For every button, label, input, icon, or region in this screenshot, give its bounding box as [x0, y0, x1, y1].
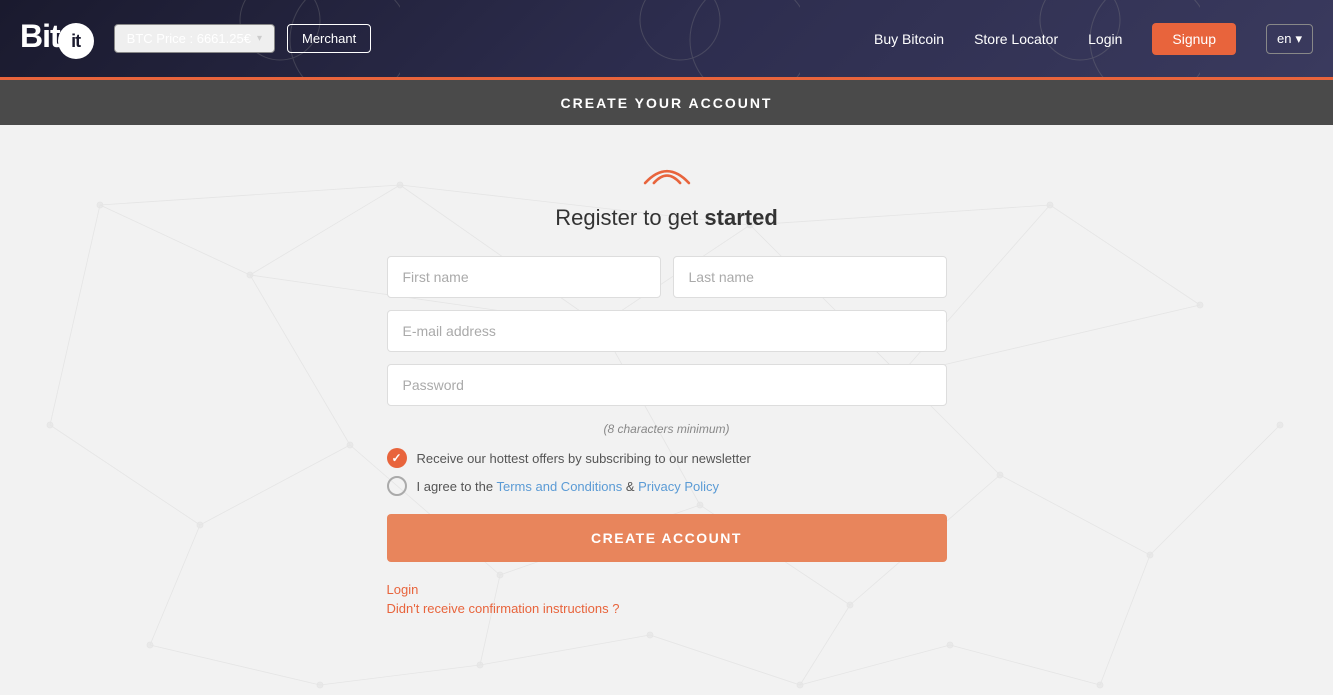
newsletter-checkbox-row: Receive our hottest offers by subscribin… — [387, 448, 947, 468]
bottom-links: Login Didn't receive confirmation instru… — [387, 582, 947, 616]
language-label: en — [1277, 31, 1291, 46]
terms-checkbox-row: I agree to the Terms and Conditions & Pr… — [387, 476, 947, 496]
password-hint: (8 characters minimum) — [603, 422, 729, 436]
btc-price-label: BTC Price : 6661.25€ — [127, 31, 251, 46]
register-title: Register to get started — [555, 205, 778, 231]
btc-price-button[interactable]: BTC Price : 6661.25€ ▾ — [114, 24, 275, 53]
merchant-button[interactable]: Merchant — [287, 24, 371, 53]
arc-icon — [637, 155, 697, 190]
email-group — [387, 310, 947, 352]
logo-it: it — [58, 23, 94, 59]
last-name-input[interactable] — [673, 256, 947, 298]
login-link[interactable]: Login — [387, 582, 947, 597]
logo[interactable]: Bitit — [20, 18, 94, 60]
newsletter-label: Receive our hottest offers by subscribin… — [417, 451, 751, 466]
name-row — [387, 256, 947, 298]
create-account-button[interactable]: CREATE ACCOUNT — [387, 514, 947, 562]
language-button[interactable]: en ▾ — [1266, 24, 1313, 54]
header: Bitit BTC Price : 6661.25€ ▾ Merchant Bu… — [0, 0, 1333, 80]
signup-button[interactable]: Signup — [1152, 23, 1236, 55]
subheader-title: CREATE YOUR ACCOUNT — [561, 95, 773, 111]
nav-buy-bitcoin[interactable]: Buy Bitcoin — [874, 31, 944, 47]
password-input[interactable] — [387, 364, 947, 406]
terms-link[interactable]: Terms and Conditions — [497, 479, 623, 494]
email-input[interactable] — [387, 310, 947, 352]
language-arrow: ▾ — [1295, 31, 1302, 47]
privacy-link[interactable]: Privacy Policy — [638, 479, 719, 494]
btc-price-arrow: ▾ — [257, 33, 262, 44]
nav-login[interactable]: Login — [1088, 31, 1122, 47]
subheader: CREATE YOUR ACCOUNT — [0, 80, 1333, 125]
resend-confirmation-link[interactable]: Didn't receive confirmation instructions… — [387, 601, 947, 616]
logo-bit: Bitit — [20, 18, 94, 60]
newsletter-checkbox[interactable] — [387, 448, 407, 468]
main-content: Register to get started (8 characters mi… — [0, 125, 1333, 695]
terms-checkbox[interactable] — [387, 476, 407, 496]
password-group — [387, 364, 947, 406]
form-container: Register to get started (8 characters mi… — [387, 155, 947, 655]
terms-label: I agree to the Terms and Conditions & Pr… — [417, 479, 720, 494]
nav-store-locator[interactable]: Store Locator — [974, 31, 1058, 47]
header-nav: Buy Bitcoin Store Locator Login Signup e… — [874, 23, 1313, 55]
first-name-input[interactable] — [387, 256, 661, 298]
